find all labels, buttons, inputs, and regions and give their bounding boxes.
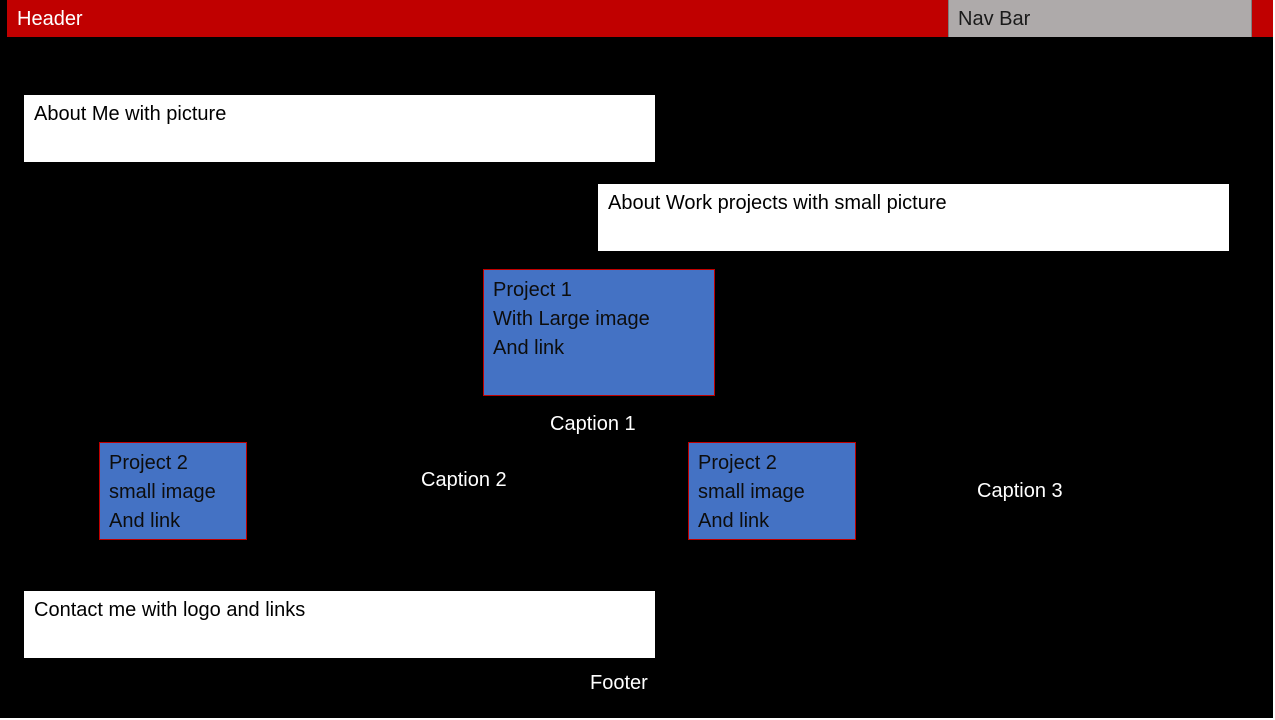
about-me-section: About Me with picture bbox=[24, 95, 655, 162]
wireframe-canvas: Header Nav Bar About Me with picture Abo… bbox=[0, 0, 1275, 720]
header-label: Header bbox=[17, 8, 83, 30]
project-2-caption: Caption 2 bbox=[421, 469, 507, 491]
about-work-section: About Work projects with small picture bbox=[598, 184, 1229, 251]
project-1-card: Project 1 With Large image And link bbox=[483, 269, 715, 396]
project-3-card: Project 2 small image And link bbox=[688, 442, 856, 540]
nav-bar: Nav Bar bbox=[948, 0, 1252, 37]
footer-label: Footer bbox=[590, 672, 648, 694]
about-me-label: About Me with picture bbox=[34, 103, 227, 125]
about-work-label: About Work projects with small picture bbox=[608, 192, 947, 214]
project-1-caption: Caption 1 bbox=[550, 413, 636, 435]
project-2-card: Project 2 small image And link bbox=[99, 442, 247, 540]
project-3-title: Project 2 bbox=[698, 452, 777, 474]
contact-section: Contact me with logo and links bbox=[24, 591, 655, 658]
project-1-link-note: And link bbox=[493, 337, 565, 359]
project-1-title: Project 1 bbox=[493, 279, 572, 301]
project-2-title: Project 2 bbox=[109, 452, 188, 474]
project-2-image-note: small image bbox=[109, 481, 216, 503]
project-3-link-note: And link bbox=[698, 510, 770, 532]
project-3-caption: Caption 3 bbox=[977, 480, 1063, 502]
contact-label: Contact me with logo and links bbox=[34, 599, 306, 621]
nav-bar-label: Nav Bar bbox=[958, 8, 1031, 30]
project-1-image-note: With Large image bbox=[493, 308, 650, 330]
project-3-image-note: small image bbox=[698, 481, 805, 503]
project-2-link-note: And link bbox=[109, 510, 181, 532]
